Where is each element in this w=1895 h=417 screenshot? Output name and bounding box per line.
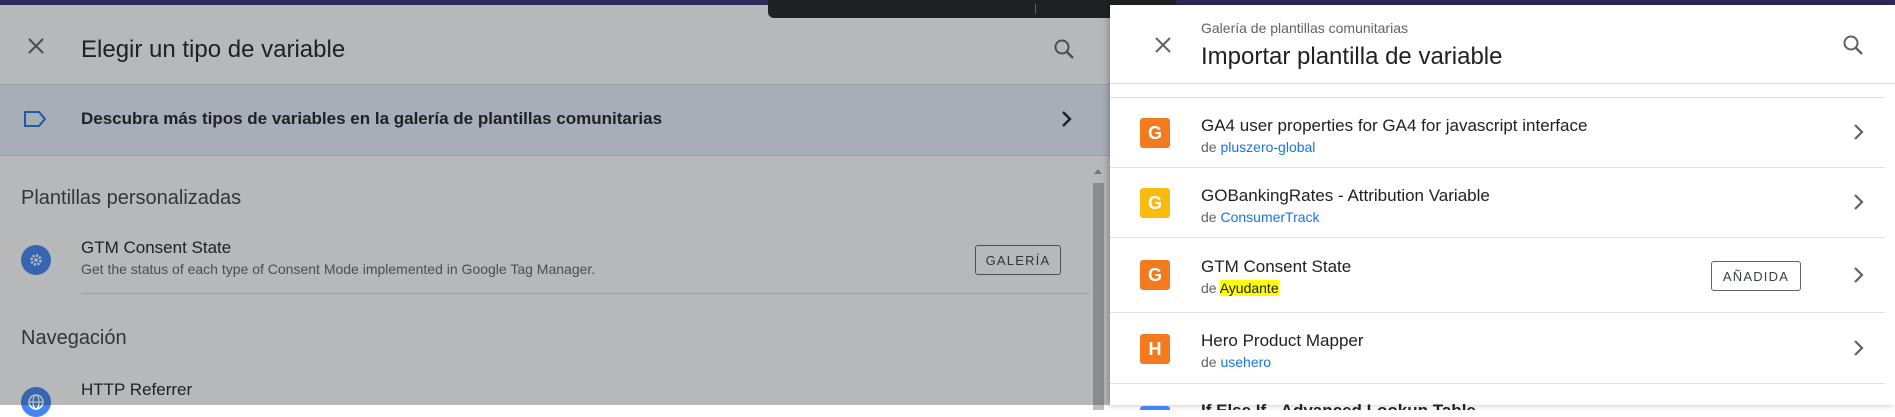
template-name: If Else If - Advanced Lookup Table <box>1201 401 1476 410</box>
template-letter-icon: H <box>1140 334 1170 364</box>
gear-icon <box>21 245 51 275</box>
scroll-up-arrow-icon[interactable] <box>1094 169 1102 174</box>
author-link[interactable]: Ayudante <box>1219 280 1279 296</box>
template-row[interactable]: G GA4 user properties for GA4 for javasc… <box>1110 98 1885 167</box>
template-author-line: de usehero <box>1201 354 1271 370</box>
variable-type-panel: Elegir un tipo de variable Descubra más … <box>0 5 1110 417</box>
author-prefix: de <box>1201 280 1217 296</box>
search-icon[interactable] <box>1046 31 1082 67</box>
template-row[interactable]: H Hero Product Mapper de usehero <box>1110 313 1885 383</box>
author-prefix: de <box>1201 139 1217 155</box>
divider <box>81 293 1090 294</box>
template-letter-icon: G <box>1140 118 1170 148</box>
template-name: GA4 user properties for GA4 for javascri… <box>1201 116 1588 135</box>
template-row[interactable]: G GOBankingRates - Attribution Variable … <box>1110 168 1885 237</box>
template-name: Hero Product Mapper <box>1201 331 1364 350</box>
community-gallery-banner[interactable]: Descubra más tipos de variables en la ga… <box>0 84 1110 156</box>
scrollbar-thumb[interactable] <box>1093 183 1104 410</box>
template-letter-icon: G <box>1140 188 1170 218</box>
template-author-line: de pluszero-global <box>1201 139 1315 155</box>
chevron-right-icon <box>1848 189 1868 220</box>
panel-title: Importar plantilla de variable <box>1201 43 1503 70</box>
globe-icon <box>21 387 51 417</box>
close-icon[interactable] <box>1145 27 1181 63</box>
toolbar-divider <box>1035 4 1036 14</box>
section-title-navigation: Navegación <box>21 327 127 349</box>
template-letter-icon <box>1140 406 1170 410</box>
panel-title: Elegir un tipo de variable <box>81 36 346 63</box>
breadcrumb: Galería de plantillas comunitarias <box>1201 20 1408 36</box>
template-author-line: de Ayudante <box>1201 280 1279 296</box>
gallery-badge[interactable]: GALERÍA <box>975 245 1061 275</box>
template-name: GOBankingRates - Attribution Variable <box>1201 186 1490 205</box>
banner-text: Descubra más tipos de variables en la ga… <box>81 109 663 128</box>
template-row[interactable]: If Else If - Advanced Lookup Table <box>1110 384 1885 410</box>
author-link[interactable]: pluszero-global <box>1220 139 1315 155</box>
author-prefix: de <box>1201 209 1217 225</box>
author-link[interactable]: ConsumerTrack <box>1220 209 1319 225</box>
item-subtitle: Get the status of each type of Consent M… <box>81 261 596 277</box>
item-title: GTM Consent State <box>81 238 232 257</box>
section-title-custom-templates: Plantillas personalizadas <box>21 187 242 209</box>
chevron-right-icon <box>1054 105 1078 138</box>
header-divider <box>1110 83 1895 84</box>
item-title: HTTP Referrer <box>81 380 193 399</box>
template-name: GTM Consent State <box>1201 257 1352 276</box>
search-icon[interactable] <box>1835 27 1871 63</box>
label-tag-icon <box>22 108 48 135</box>
author-prefix: de <box>1201 354 1217 370</box>
chevron-right-icon <box>1848 262 1868 293</box>
template-author-line: de ConsumerTrack <box>1201 209 1320 225</box>
template-row[interactable]: G GTM Consent State de Ayudante AÑADIDA <box>1110 238 1885 312</box>
chevron-right-icon <box>1848 335 1868 366</box>
added-badge: AÑADIDA <box>1711 261 1801 291</box>
template-letter-icon: G <box>1140 260 1170 290</box>
author-link[interactable]: usehero <box>1220 354 1271 370</box>
close-icon[interactable] <box>18 28 54 64</box>
chevron-right-icon <box>1848 119 1868 150</box>
import-template-panel: Galería de plantillas comunitarias Impor… <box>1110 5 1895 410</box>
scrollbar[interactable] <box>1092 165 1105 410</box>
